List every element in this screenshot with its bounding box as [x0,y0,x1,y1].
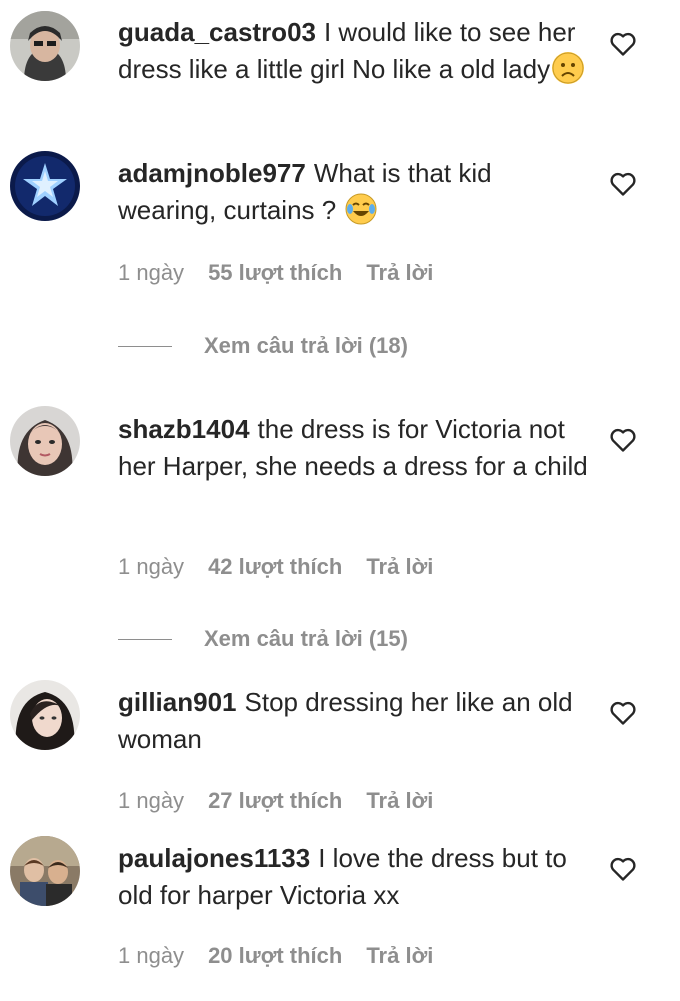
comment-time[interactable]: 1 ngày [118,788,184,813]
comment-text: adamjnoble977 What is that kid wearing, c… [118,155,588,229]
comment-text: paulajones1133 I love the dress but to ol… [118,840,588,914]
view-replies-label: Xem câu trả lời (18) [204,333,408,358]
reply-button[interactable]: Trả lời [366,943,433,968]
avatar[interactable] [10,11,80,81]
reply-button[interactable]: Trả lời [366,788,433,813]
reply-button[interactable]: Trả lời [366,260,433,285]
avatar[interactable] [10,151,80,221]
frowning-face-icon [552,52,585,84]
view-replies-label: Xem câu trả lời (15) [204,626,408,651]
avatar[interactable] [10,680,80,750]
comment-text: gillian901 Stop dressing her like an old … [118,684,588,758]
comment-likes[interactable]: 42 lượt thích [208,554,342,579]
comment-text: guada_castro03 I would like to see her dr… [118,14,588,88]
comment-username[interactable]: paulajones1133 [118,843,310,873]
reply-button[interactable]: Trả lời [366,554,433,579]
like-heart-icon[interactable] [609,700,637,726]
divider [118,345,172,347]
comment-time[interactable]: 1 ngày [118,943,184,968]
comment-meta: 1 ngày 42 lượt thích Trả lời [118,554,457,580]
tears-of-joy-icon [345,193,377,225]
comment-likes[interactable]: 20 lượt thích [208,943,342,968]
view-replies-button[interactable]: Xem câu trả lời (15) [118,626,408,652]
comment-username[interactable]: adamjnoble977 [118,158,306,188]
comment-username[interactable]: shazb1404 [118,414,250,444]
comment-text: shazb1404 the dress is for Victoria not h… [118,411,588,485]
comment-likes[interactable]: 27 lượt thích [208,788,342,813]
comment-username[interactable]: guada_castro03 [118,17,316,47]
comment-username[interactable]: gillian901 [118,687,237,717]
comment-time[interactable]: 1 ngày [118,260,184,285]
comment-meta: 1 ngày 27 lượt thích Trả lời [118,788,457,814]
comment-meta: 1 ngày 55 lượt thích Trả lời [118,260,457,286]
like-heart-icon[interactable] [609,427,637,453]
divider [118,638,172,640]
like-heart-icon[interactable] [609,171,637,197]
comment-meta: 1 ngày 20 lượt thích Trả lời [118,943,457,969]
avatar[interactable] [10,836,80,906]
like-heart-icon[interactable] [609,31,637,57]
comment-time[interactable]: 1 ngày [118,554,184,579]
avatar[interactable] [10,406,80,476]
view-replies-button[interactable]: Xem câu trả lời (18) [118,333,408,359]
like-heart-icon[interactable] [609,856,637,882]
comment-likes[interactable]: 55 lượt thích [208,260,342,285]
